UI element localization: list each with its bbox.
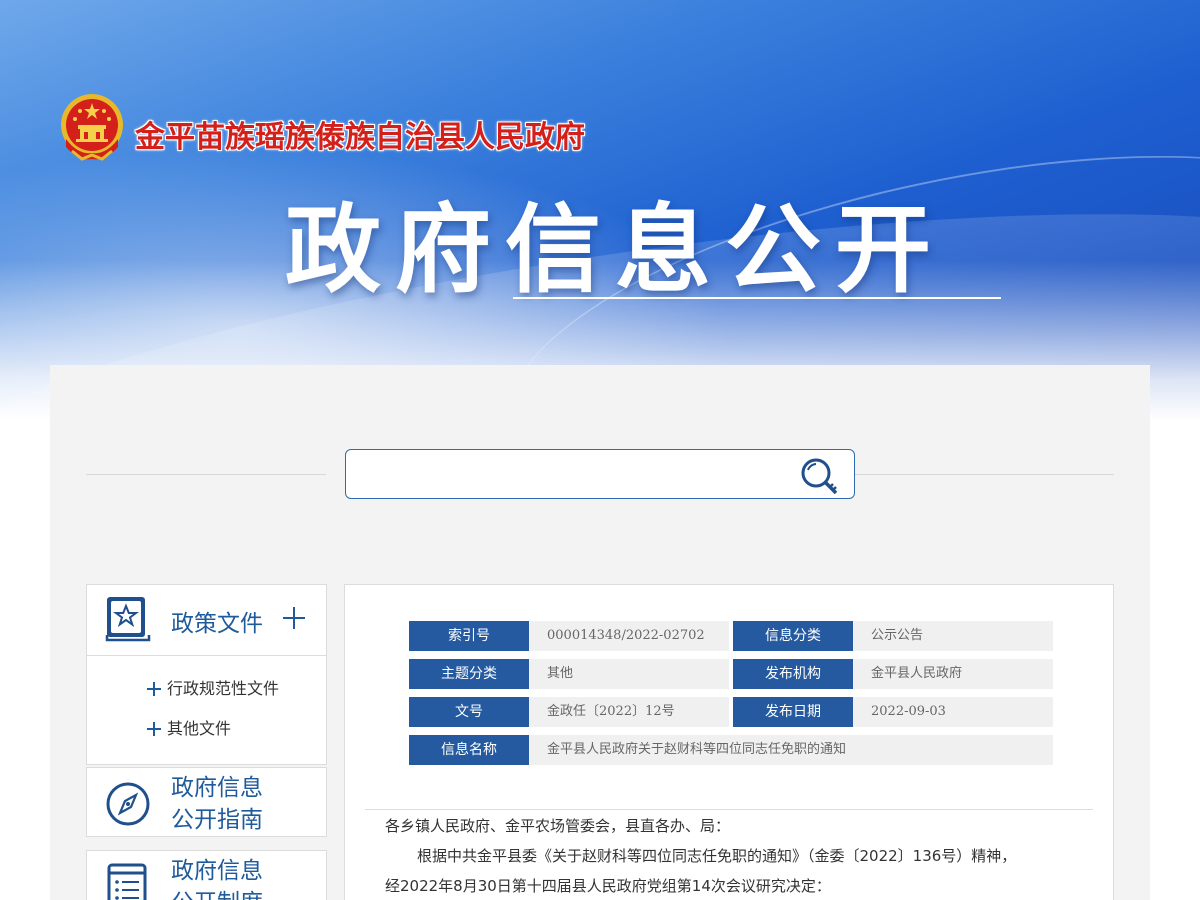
meta-row-2: 主题分类 其他 发布机构 金平县人民政府 [409, 659, 1053, 689]
plus-icon [147, 682, 161, 696]
sidebar-title-system-line2: 公开制度 [171, 887, 263, 900]
compass-icon [106, 782, 150, 826]
meta-value-topic: 其他 [529, 659, 729, 689]
title-underline [513, 297, 1001, 299]
content-panel: 索引号 000014348/2022-02702 信息分类 公示公告 主题分类 … [344, 584, 1114, 900]
star-document-icon [105, 597, 151, 642]
sidebar-item-policy[interactable]: 政策文件 [87, 585, 326, 655]
plus-icon [147, 722, 161, 736]
sidebar-policy-card: 政策文件 行政规范性文件 其他文件 [86, 584, 327, 765]
national-emblem-icon [61, 94, 123, 161]
meta-value-date: 2022-09-03 [853, 697, 1053, 727]
search-box [345, 449, 855, 499]
content-divider [365, 809, 1093, 810]
sidebar-subitem-other[interactable]: 其他文件 [87, 718, 326, 758]
subitem-label: 行政规范性文件 [167, 679, 280, 698]
meta-label-org: 发布机构 [733, 659, 860, 689]
meta-label-category: 信息分类 [733, 621, 860, 651]
article-para1-line2: 经2022年8月30日第十四届县人民政府党组第14次会议研究决定： [385, 877, 831, 895]
sidebar-title-guide-line2: 公开指南 [171, 807, 263, 833]
expand-plus-icon[interactable] [283, 607, 305, 629]
meta-row-1: 索引号 000014348/2022-02702 信息分类 公示公告 [409, 621, 1053, 651]
meta-label-topic: 主题分类 [409, 659, 536, 689]
meta-value-docno: 金政任〔2022〕12号 [529, 697, 729, 727]
search-icon[interactable] [798, 456, 842, 496]
sidebar-title-policy: 政策文件 [171, 611, 263, 637]
page-title: 政府信息公开 [285, 194, 945, 306]
meta-label-docno: 文号 [409, 697, 536, 727]
article-salutation: 各乡镇人民政府、金平农场管委会，县直各办、局： [385, 817, 731, 835]
meta-row-4: 信息名称 金平县人民政府关于赵财科等四位同志任免职的通知 [409, 735, 1053, 765]
sidebar-item-system[interactable]: 政府信息 公开制度 [86, 850, 327, 900]
main-panel: 政策文件 行政规范性文件 其他文件 政府信息 公开指南 政府信息 索引号 000… [50, 365, 1150, 900]
sidebar-sublist: 行政规范性文件 其他文件 [87, 655, 326, 764]
subitem-label: 其他文件 [167, 719, 232, 738]
sidebar-title-system-line1: 政府信息 [171, 858, 263, 884]
meta-label-name: 信息名称 [409, 735, 536, 765]
meta-value-org: 金平县人民政府 [853, 659, 1053, 689]
meta-row-3: 文号 金政任〔2022〕12号 发布日期 2022-09-03 [409, 697, 1053, 727]
article-para1-line1: 根据中共金平县委《关于赵财科等四位同志任免职的通知》（金委〔2022〕136号）… [417, 847, 1017, 865]
search-divider-right [854, 474, 1114, 475]
meta-value-category: 公示公告 [853, 621, 1053, 651]
meta-label-date: 发布日期 [733, 697, 860, 727]
document-list-icon [107, 863, 147, 900]
search-input[interactable] [356, 458, 786, 490]
gov-name: 金平苗族瑶族傣族自治县人民政府 [135, 120, 585, 155]
sidebar-title-guide-line1: 政府信息 [171, 775, 263, 801]
search-divider-left [86, 474, 326, 475]
sidebar-item-guide[interactable]: 政府信息 公开指南 [86, 767, 327, 837]
meta-value-name: 金平县人民政府关于赵财科等四位同志任免职的通知 [529, 735, 1053, 765]
meta-value-index: 000014348/2022-02702 [529, 621, 729, 651]
sidebar-subitem-regulatory[interactable]: 行政规范性文件 [87, 678, 326, 718]
meta-label-index: 索引号 [409, 621, 536, 651]
